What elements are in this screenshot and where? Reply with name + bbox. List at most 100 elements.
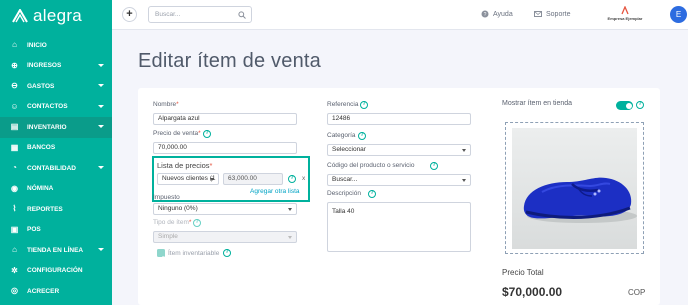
quick-add-button[interactable]: +: [122, 7, 137, 22]
sidebar-item-expenses[interactable]: ⊖ GASTOS: [0, 76, 112, 97]
sidebar-item-label: REPORTES: [27, 205, 63, 213]
sidebar-item-label: CONFIGURACIÓN: [27, 267, 83, 275]
reference-help-icon[interactable]: ?: [360, 100, 368, 109]
check-icon: [158, 255, 164, 261]
chevron-down-icon: [98, 125, 104, 128]
mail-icon: [534, 11, 542, 17]
sidebar-item-inventory[interactable]: ▤ INVENTARIO: [0, 117, 112, 138]
help-link[interactable]: ? Ayuda: [481, 10, 513, 18]
item-form-card: Nombre* Alpargata azul Precio de venta* …: [138, 88, 660, 305]
chevron-down-icon: [98, 248, 104, 251]
reference-label: Referencia: [327, 101, 359, 108]
category-selected: Seleccionar: [332, 146, 366, 153]
help-icon: ?: [481, 10, 489, 18]
chevron-down-icon: [98, 166, 104, 169]
price-list-select[interactable]: Nuevos clientes (1: [157, 173, 219, 185]
sidebar-item-acrecer[interactable]: ◎ ACRECER: [0, 281, 112, 302]
company-name: Empresa Ejemplar: [607, 16, 643, 21]
inventoriable-label: Ítem inventariable: [168, 250, 220, 257]
sidebar-item-label: BANCOS: [27, 144, 56, 152]
sidebar-item-label: NÓMINA: [27, 185, 54, 193]
store-icon: ⌂: [12, 245, 17, 255]
sidebar-item-home[interactable]: ⌂ INICIO: [0, 35, 112, 56]
alegra-logo-icon: [12, 9, 28, 23]
item-image-dropzone[interactable]: [505, 122, 644, 254]
brand-name: alegra: [33, 6, 83, 25]
sidebar-item-label: GASTOS: [27, 82, 55, 90]
company-emblem-icon: [621, 6, 629, 15]
price-list-label: Lista de precios*: [157, 161, 213, 170]
sidebar-item-settings[interactable]: ✲ CONFIGURACIÓN: [0, 261, 112, 282]
name-input[interactable]: Alpargata azul: [153, 113, 297, 125]
acrecer-icon: ◎: [11, 286, 18, 296]
price-list-value-input[interactable]: 63,000.00: [223, 173, 283, 185]
sale-price-help-icon[interactable]: ?: [203, 129, 211, 138]
inventoriable-checkbox[interactable]: [157, 249, 165, 261]
sale-price-input[interactable]: 70,000.00: [153, 142, 297, 154]
sidebar-item-label: CONTACTOS: [27, 103, 68, 111]
product-code-select[interactable]: Buscar...: [327, 174, 471, 186]
store-visibility-toggle[interactable]: [616, 101, 633, 110]
category-select[interactable]: Seleccionar: [327, 144, 471, 156]
avatar[interactable]: E: [670, 6, 687, 23]
description-help-icon[interactable]: ?: [368, 189, 376, 198]
sidebar-item-accounting[interactable]: ◔ CONTABILIDAD: [0, 158, 112, 179]
price-list-selected: Nuevos clientes (1: [162, 175, 216, 182]
name-label: Nombre*: [153, 101, 179, 108]
contacts-icon: ☺: [10, 101, 19, 111]
help-label: Ayuda: [493, 10, 513, 18]
item-image: [512, 128, 637, 249]
sidebar-item-payroll[interactable]: ◉ NÓMINA: [0, 179, 112, 200]
sidebar-item-bank[interactable]: ▦ BANCOS: [0, 138, 112, 159]
search-icon: [238, 11, 246, 19]
description-textarea[interactable]: Talla 40: [327, 202, 471, 252]
expenses-icon: ⊖: [11, 81, 18, 91]
product-code-label: Código del producto o servicio: [327, 162, 415, 169]
total-price-label: Precio Total: [502, 268, 544, 277]
add-price-list-link[interactable]: Agregar otra lista: [250, 188, 300, 195]
store-visibility-label: Mostrar ítem en tienda: [502, 100, 573, 107]
item-type-select: Simple: [153, 231, 297, 243]
item-type-label: Tipo de ítem*: [153, 219, 192, 226]
chevron-down-icon: [288, 208, 292, 211]
search-placeholder: Buscar...: [155, 11, 181, 18]
chevron-down-icon: [462, 179, 466, 182]
search-input[interactable]: Buscar...: [148, 6, 252, 23]
store-help-icon[interactable]: ?: [636, 101, 644, 109]
company-logo[interactable]: Empresa Ejemplar: [590, 3, 660, 27]
remove-price-list-button[interactable]: x: [302, 175, 305, 182]
tax-selected: Ninguno (0%): [158, 205, 198, 212]
sidebar-item-label: TIENDA EN LÍNEA: [27, 246, 84, 254]
category-help-icon[interactable]: ?: [358, 131, 366, 140]
sidebar-item-income[interactable]: ⊕ INGRESOS: [0, 56, 112, 77]
sidebar-item-pos[interactable]: ▣ POS: [0, 220, 112, 241]
sidebar-item-contacts[interactable]: ☺ CONTACTOS: [0, 97, 112, 118]
total-currency: COP: [628, 288, 646, 297]
reference-input[interactable]: 12486: [327, 113, 471, 125]
tax-label: Impuesto: [153, 194, 180, 201]
blue-loafer-shoe-image: [523, 177, 637, 223]
tax-select[interactable]: Ninguno (0%): [153, 203, 297, 215]
sidebar-item-label: CONTABILIDAD: [27, 164, 76, 172]
sidebar: alegra ⌂ INICIO ⊕ INGRESOS ⊖ GASTOS ☺ CONTACTOS…: [0, 0, 112, 305]
inventoriable-help-icon[interactable]: ?: [223, 249, 231, 257]
chevron-down-icon: [98, 84, 104, 87]
chevron-down-icon: [462, 149, 466, 152]
support-link[interactable]: Soporte: [534, 10, 571, 18]
sidebar-item-label: INGRESOS: [27, 62, 62, 70]
accounting-icon: ◔: [12, 163, 17, 173]
bank-icon: ▦: [10, 142, 19, 152]
sidebar-item-reports[interactable]: ⌇ REPORTES: [0, 199, 112, 220]
sidebar-item-store[interactable]: ⌂ TIENDA EN LÍNEA: [0, 240, 112, 261]
price-list-help-icon[interactable]: ?: [288, 175, 296, 183]
sidebar-item-label: INICIO: [27, 41, 47, 49]
item-type-help-icon[interactable]: ?: [193, 218, 201, 227]
product-code-help-icon[interactable]: ?: [430, 161, 438, 170]
logo[interactable]: alegra: [0, 0, 112, 32]
topbar: + Buscar... ? Ayuda Soporte Empresa Ejem…: [112, 0, 688, 30]
reports-icon: ⌇: [12, 204, 17, 214]
chevron-down-icon: [288, 236, 292, 239]
product-code-selected: Buscar...: [332, 176, 358, 183]
payroll-icon: ◉: [11, 183, 18, 193]
settings-icon: ✲: [11, 265, 18, 275]
